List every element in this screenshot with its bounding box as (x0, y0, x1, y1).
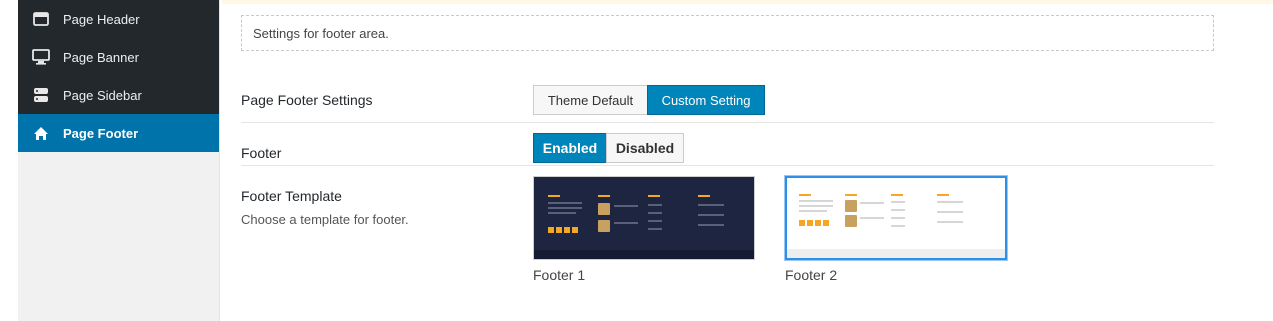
text-line (648, 212, 662, 214)
text-line (799, 210, 827, 212)
copyright-bar (534, 250, 754, 259)
footer-template-1-thumbnail[interactable] (533, 176, 755, 260)
text-line (799, 205, 833, 207)
text-line (614, 222, 638, 224)
column-accent (548, 195, 560, 197)
post-thumbnail (845, 215, 857, 227)
text-line (799, 200, 833, 202)
footer-template-label: Footer Template (241, 188, 342, 204)
footer-template-2-thumbnail[interactable] (785, 176, 1007, 260)
text-line (937, 201, 963, 203)
text-line (891, 225, 905, 227)
text-line (891, 209, 905, 211)
social-icon (572, 227, 578, 233)
sidebar-item-label: Page Footer (63, 125, 139, 141)
column-accent (648, 195, 660, 197)
social-icon (548, 227, 554, 233)
monitor-icon (32, 48, 50, 66)
text-line (698, 214, 724, 216)
text-line (698, 204, 724, 206)
column-accent (698, 195, 710, 197)
text-line (891, 201, 905, 203)
theme-default-button[interactable]: Theme Default (533, 85, 648, 115)
social-icon (807, 220, 813, 226)
text-line (698, 224, 724, 226)
footer-label: Footer (241, 145, 282, 161)
social-icon (556, 227, 562, 233)
settings-sidebar: Page Header Page Banner Page Sidebar Pag… (18, 0, 220, 321)
text-line (891, 217, 905, 219)
footer-template-description: Choose a template for footer. (241, 212, 409, 227)
social-icon (799, 220, 805, 226)
column-accent (799, 194, 811, 196)
post-thumbnail (598, 203, 610, 215)
text-line (548, 212, 576, 214)
sidebar-item-page-footer[interactable]: Page Footer (18, 114, 219, 152)
sidebar-nav: Page Header Page Banner Page Sidebar (18, 0, 219, 114)
column-accent (937, 194, 949, 196)
post-thumbnail (845, 200, 857, 212)
text-line (648, 204, 662, 206)
row-divider (241, 165, 1214, 166)
window-icon (32, 10, 50, 28)
sidebar-item-page-header[interactable]: Page Header (18, 0, 219, 38)
main-content: Settings for footer area. Page Footer Se… (222, 0, 1273, 321)
disabled-button[interactable]: Disabled (606, 133, 684, 163)
text-line (648, 220, 662, 222)
social-icon (815, 220, 821, 226)
footer-template-2-caption: Footer 2 (785, 267, 838, 283)
sidebar-item-label: Page Sidebar (63, 87, 142, 103)
enabled-button[interactable]: Enabled (533, 133, 607, 163)
custom-setting-button[interactable]: Custom Setting (647, 85, 765, 115)
section-description: Settings for footer area. (241, 15, 1214, 51)
copyright-bar (787, 249, 1005, 258)
server-icon (32, 86, 50, 104)
text-line (548, 207, 582, 209)
column-accent (598, 195, 610, 197)
text-line (548, 202, 582, 204)
post-thumbnail (598, 220, 610, 232)
text-line (860, 217, 884, 219)
column-accent (845, 194, 857, 196)
sidebar-item-label: Page Banner (63, 49, 139, 65)
column-accent (891, 194, 903, 196)
text-line (860, 202, 884, 204)
social-icon (823, 220, 829, 226)
footer-template-1-caption: Footer 1 (533, 267, 586, 283)
sidebar-item-label: Page Header (63, 11, 140, 27)
sidebar-item-page-sidebar[interactable]: Page Sidebar (18, 76, 219, 114)
social-icon (564, 227, 570, 233)
home-icon (32, 124, 50, 142)
row-divider (241, 122, 1214, 123)
text-line (648, 228, 662, 230)
text-line (614, 205, 638, 207)
page-footer-settings-label: Page Footer Settings (241, 92, 373, 108)
text-line (937, 221, 963, 223)
text-line (937, 211, 963, 213)
sidebar-item-page-banner[interactable]: Page Banner (18, 38, 219, 76)
